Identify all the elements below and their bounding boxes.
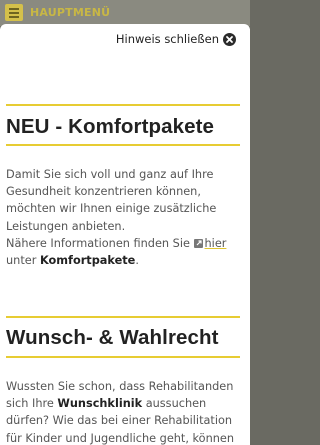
main-menu-label[interactable]: HAUPTMENÜ <box>30 6 110 19</box>
komfortpakete-info-suffix: . <box>135 254 139 268</box>
hamburger-icon[interactable] <box>5 4 23 21</box>
komfortpakete-link-label[interactable]: hier <box>205 237 227 250</box>
main-menu-bar: HAUPTMENÜ <box>0 0 250 26</box>
komfortpakete-bold-term: Komfortpakete <box>39 254 136 268</box>
komfortpakete-link[interactable]: hier <box>193 237 227 250</box>
notice-modal: Hinweis schließen NEU - Komfortpakete Da… <box>0 24 250 445</box>
section-heading-wunschrecht: Wunsch- & Wahlrecht <box>6 326 219 349</box>
section-divider-bottom <box>6 144 240 146</box>
close-notice-label[interactable]: Hinweis schließen <box>116 32 219 46</box>
komfortpakete-info-mid: unter <box>6 254 37 268</box>
section-divider-bottom <box>6 356 240 358</box>
close-notice-button[interactable]: Hinweis schließen <box>116 32 236 46</box>
external-link-icon <box>193 238 203 248</box>
wunschrecht-bold-term: Wunschklinik <box>57 397 143 411</box>
komfortpakete-text: Damit Sie sich voll und ganz auf Ihre Ge… <box>6 166 246 269</box>
section-divider-top <box>6 104 240 106</box>
section-heading-komfortpakete: NEU - Komfortpakete <box>6 115 215 138</box>
close-icon[interactable] <box>223 32 236 46</box>
komfortpakete-info-prefix: Nähere Informationen finden Sie <box>6 236 190 250</box>
wunschrecht-text: Wussten Sie schon, dass Rehabilitanden s… <box>6 378 246 445</box>
komfortpakete-intro: Damit Sie sich voll und ganz auf Ihre Ge… <box>6 168 217 233</box>
section-divider-top <box>6 316 240 318</box>
